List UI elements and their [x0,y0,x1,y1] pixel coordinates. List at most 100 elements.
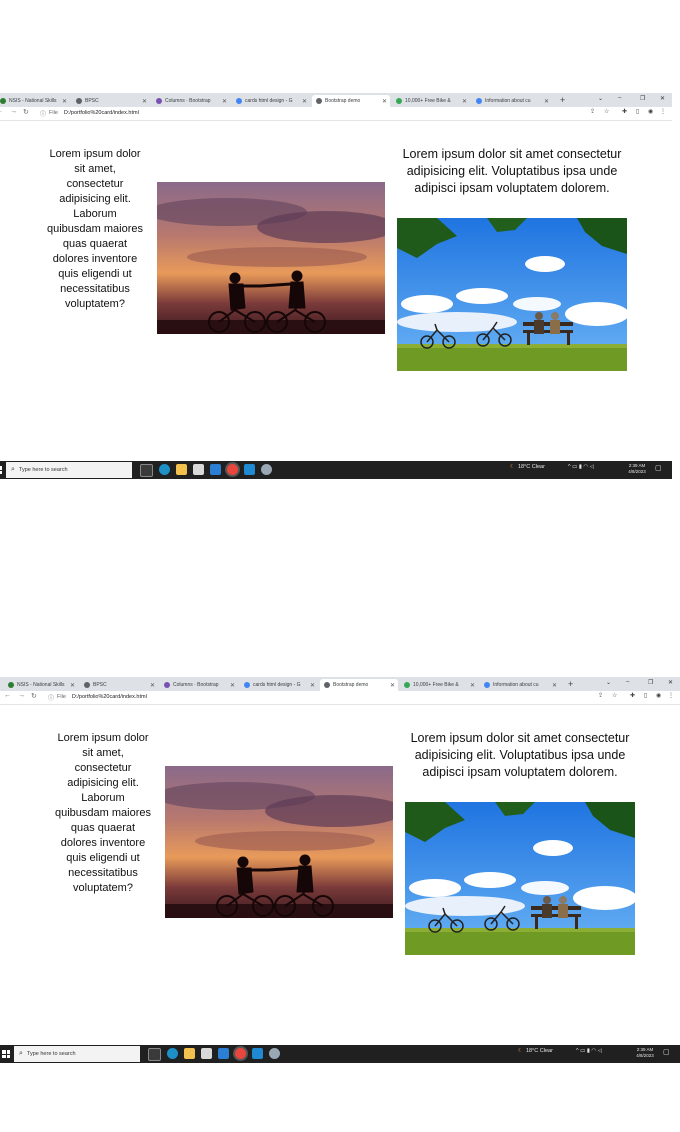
browser-tab[interactable]: Columns · Bootstrap ✕ [152,95,230,107]
tab-close-icon[interactable]: ✕ [230,682,235,689]
tray-chevron-icon[interactable]: ^ [568,464,571,470]
minimize-icon[interactable]: – [626,679,629,685]
browser-tab[interactable]: NSIS - National Skills ✕ [4,679,78,691]
tab-close-icon[interactable]: ✕ [222,98,227,105]
network-icon[interactable]: ▭ [572,464,577,470]
taskbar-clock[interactable]: 2:39 AM 4/8/2023 [624,463,650,475]
reload-icon[interactable]: ↻ [31,692,37,700]
browser-tab[interactable]: Bootstrap demo ✕ [312,95,390,107]
browser-tab[interactable]: BPSC ✕ [72,95,150,107]
menu-kebab-icon[interactable]: ⋮ [668,692,674,699]
weather-widget[interactable]: ☾ 18°C Clear [510,464,545,470]
tray-chevron-icon[interactable]: ^ [576,1048,579,1054]
info-icon[interactable]: ⓘ [40,109,46,118]
app-icon[interactable] [261,464,272,475]
restore-icon[interactable]: ❐ [648,679,653,686]
browser-tab[interactable]: BPSC ✕ [80,679,158,691]
mail-icon[interactable] [210,464,221,475]
side-panel-icon[interactable]: ▯ [644,692,647,699]
info-icon[interactable]: ⓘ [48,693,54,702]
back-icon[interactable]: ← [4,692,11,699]
extensions-puzzle-icon[interactable]: ✚ [630,692,635,699]
browser-tab[interactable]: Information about cu ✕ [472,95,552,107]
notifications-icon[interactable]: ▢ [655,464,662,472]
browser-tab[interactable]: 10,000+ Free Bike & ✕ [392,95,470,107]
network-icon[interactable]: ▭ [580,1048,585,1054]
mail-icon[interactable] [218,1048,229,1059]
tab-search-chevron-icon[interactable]: ⌄ [598,95,603,102]
forward-icon[interactable]: → [10,108,17,115]
tab-close-icon[interactable]: ✕ [150,682,155,689]
extensions-puzzle-icon[interactable]: ✚ [622,108,627,115]
task-view-icon[interactable] [140,464,153,477]
tab-close-icon[interactable]: ✕ [70,682,75,689]
tab-close-icon[interactable]: ✕ [470,682,475,689]
tab-close-icon[interactable]: ✕ [462,98,467,105]
tab-close-icon[interactable]: ✕ [552,682,557,689]
weather-widget[interactable]: ☾ 18°C Clear [518,1048,553,1054]
close-window-icon[interactable]: ✕ [660,95,665,102]
volume-icon[interactable]: ◁ [590,464,594,470]
chrome-icon[interactable] [235,1048,246,1059]
profile-avatar[interactable]: ◉ [656,692,661,699]
file-explorer-icon[interactable] [176,464,187,475]
taskbar-clock[interactable]: 2:39 AM 4/8/2023 [632,1047,658,1059]
browser-tab[interactable]: cards html design - G ✕ [240,679,318,691]
profile-avatar[interactable]: ◉ [648,108,653,115]
tab-search-chevron-icon[interactable]: ⌄ [606,679,611,686]
tab-close-icon[interactable]: ✕ [310,682,315,689]
new-tab-button[interactable]: + [560,95,565,105]
start-windows-icon[interactable] [2,1050,10,1058]
minimize-icon[interactable]: – [618,95,621,101]
edge-browser-icon[interactable] [167,1048,178,1059]
bookmark-star-icon[interactable]: ☆ [612,692,617,699]
battery-icon[interactable]: ▮ [587,1048,590,1054]
browser-tab[interactable]: 10,000+ Free Bike & ✕ [400,679,478,691]
tab-close-icon[interactable]: ✕ [544,98,549,105]
notifications-icon[interactable]: ▢ [663,1048,670,1056]
tab-close-icon[interactable]: ✕ [142,98,147,105]
file-explorer-icon[interactable] [184,1048,195,1059]
tab-close-icon[interactable]: ✕ [382,98,387,105]
task-view-icon[interactable] [148,1048,161,1061]
start-windows-icon[interactable] [0,466,2,474]
browser-tab[interactable]: Bootstrap demo ✕ [320,679,398,691]
store-icon[interactable] [201,1048,212,1059]
browser-tab[interactable]: Columns · Bootstrap ✕ [160,679,238,691]
close-window-icon[interactable]: ✕ [668,679,673,686]
chrome-icon[interactable] [227,464,238,475]
vscode-icon[interactable] [252,1048,263,1059]
taskbar-apps [148,1048,280,1061]
address-bar[interactable]: ⓘ File D:/portfolio%20card/index.html [40,108,139,118]
reload-icon[interactable]: ↻ [23,108,29,116]
tab-close-icon[interactable]: ✕ [302,98,307,105]
volume-icon[interactable]: ◁ [598,1048,602,1054]
right-paragraph: Lorem ipsum dolor sit amet consectetur a… [410,731,630,779]
share-icon[interactable]: ⇪ [590,108,595,115]
browser-toolbar: ← → ↻ ⓘ File D:/portfolio%20card/index.h… [0,691,680,705]
browser-tab[interactable]: Information about cu ✕ [480,679,560,691]
store-icon[interactable] [193,464,204,475]
bookmark-star-icon[interactable]: ☆ [604,108,609,115]
edge-browser-icon[interactable] [159,464,170,475]
address-bar[interactable]: ⓘ File D:/portfolio%20card/index.html [48,692,147,702]
vscode-icon[interactable] [244,464,255,475]
wifi-icon[interactable]: ◠ [583,464,588,470]
taskbar-search[interactable]: ⌕ Type here to search [6,462,132,478]
back-icon[interactable]: ← [0,108,3,115]
taskbar-search[interactable]: ⌕ Type here to search [14,1046,140,1062]
tab-favicon-icon [156,98,162,104]
tab-close-icon[interactable]: ✕ [62,98,67,105]
new-tab-button[interactable]: + [568,679,573,689]
browser-tab[interactable]: cards html design - G ✕ [232,95,310,107]
wifi-icon[interactable]: ◠ [591,1048,596,1054]
restore-icon[interactable]: ❐ [640,95,645,102]
side-panel-icon[interactable]: ▯ [636,108,639,115]
menu-kebab-icon[interactable]: ⋮ [660,108,666,115]
app-icon[interactable] [269,1048,280,1059]
share-icon[interactable]: ⇪ [598,692,603,699]
forward-icon[interactable]: → [18,692,25,699]
browser-tab[interactable]: NSIS - National Skills ✕ [0,95,70,107]
battery-icon[interactable]: ▮ [579,464,582,470]
tab-close-icon[interactable]: ✕ [390,682,395,689]
